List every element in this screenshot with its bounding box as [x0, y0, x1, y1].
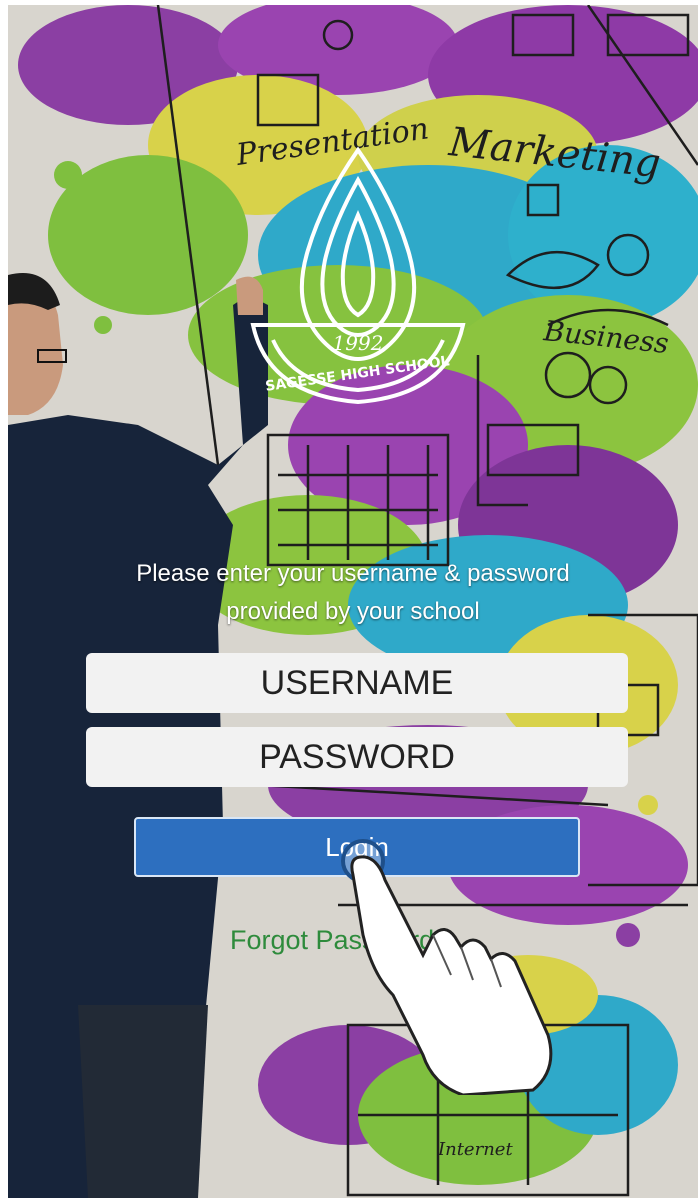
pointing-hand-icon: [341, 839, 553, 1095]
prompt-line-1: Please enter your username & password: [136, 560, 570, 587]
svg-text:1992: 1992: [333, 331, 384, 355]
password-input[interactable]: [86, 727, 628, 787]
login-screen: Presentation Marketing Business Internet…: [8, 5, 698, 1198]
school-logo-icon: 1992 SAGESSE HIGH SCHOOL: [250, 146, 466, 405]
prompt-line-2: provided by your school: [226, 598, 480, 625]
username-input[interactable]: [86, 653, 628, 713]
svg-text:Internet: Internet: [437, 1139, 513, 1160]
login-instructions: Please enter your username & password pr…: [68, 555, 638, 631]
